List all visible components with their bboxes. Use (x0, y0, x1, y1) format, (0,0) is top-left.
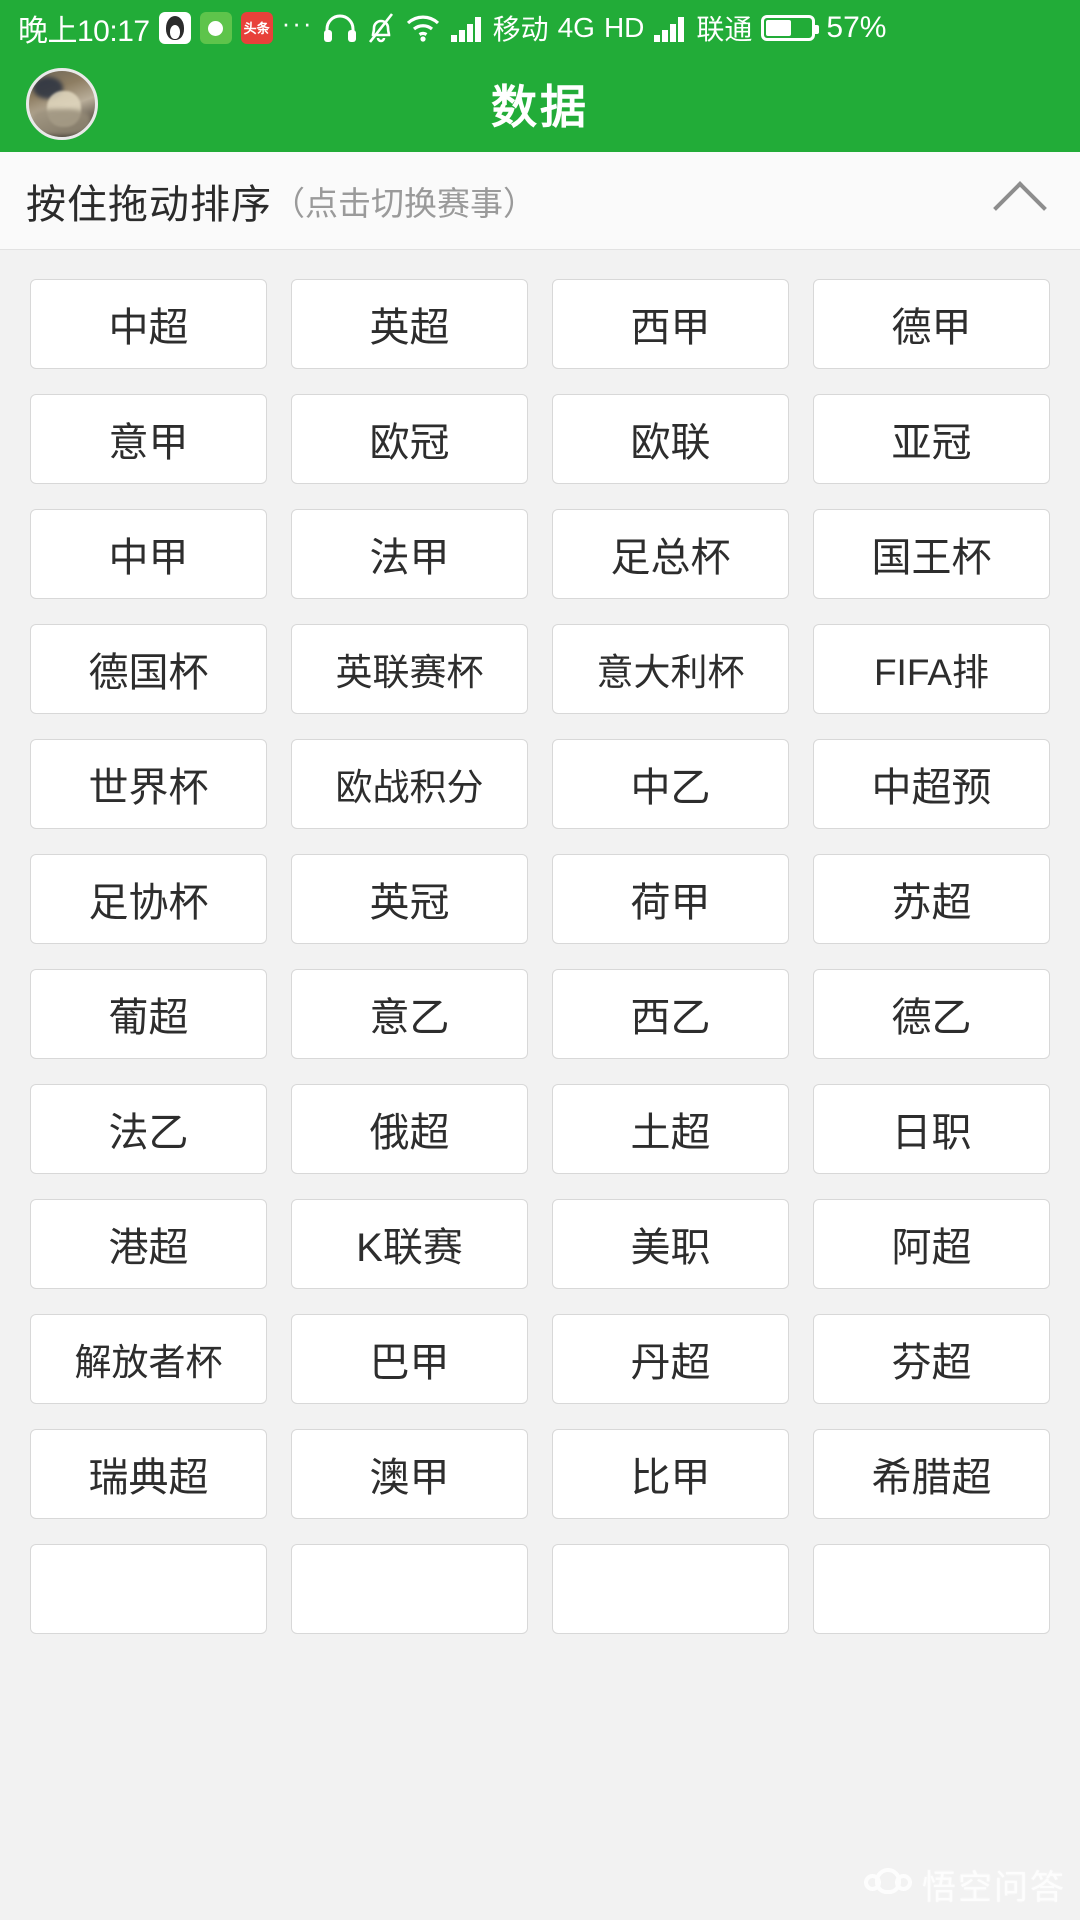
league-tile[interactable]: 中甲 (30, 509, 267, 599)
chevron-up-icon[interactable] (988, 169, 1052, 235)
league-tile[interactable]: 美职 (552, 1199, 789, 1289)
more-notifications-icon: ··· (281, 8, 314, 38)
carrier-label-secondary: 联通 (696, 14, 753, 45)
league-tile[interactable] (552, 1544, 789, 1634)
league-tile[interactable]: 德国杯 (30, 624, 267, 714)
league-tile[interactable]: 中超 (30, 279, 267, 369)
bell-muted-icon (366, 12, 396, 44)
signal-icon (450, 13, 484, 43)
qq-icon (158, 12, 191, 44)
league-tile[interactable] (30, 1544, 267, 1634)
league-grid-area: 中超 英超 西甲 德甲意甲 欧冠 欧联 亚冠中甲 法甲 足总杯 国王杯德国杯 英联赛杯 意大利杯 FIF… (0, 250, 1080, 1919)
league-tile[interactable]: 阿超 (813, 1199, 1050, 1289)
league-tile[interactable]: 世界杯 (30, 739, 267, 829)
league-tile[interactable] (291, 1544, 528, 1634)
league-tile[interactable]: 欧战积分 (291, 739, 528, 829)
league-tile[interactable]: 法甲 (291, 509, 528, 599)
league-tile[interactable]: 澳甲 (291, 1429, 528, 1519)
league-tile[interactable]: 欧冠 (291, 394, 528, 484)
league-tile[interactable]: 比甲 (552, 1429, 789, 1519)
league-tile[interactable]: 英超 (291, 279, 528, 369)
wukong-monkey-logo-icon (864, 1867, 912, 1902)
league-tile[interactable]: 德乙 (813, 969, 1050, 1059)
league-tile[interactable]: 港超 (30, 1199, 267, 1289)
league-tile[interactable]: 西乙 (552, 969, 789, 1059)
status-bar: 晚上10:17 头条 ··· 移动 4G HD 联通 57% (0, 0, 1080, 56)
carrier-label-primary: 移动 (492, 14, 549, 45)
league-tile[interactable]: 意甲 (30, 394, 267, 484)
league-tile[interactable]: 解放者杯 (30, 1314, 267, 1404)
network-type-label: 4G (557, 12, 595, 43)
sort-hint-subtitle: （点击切换赛事） (272, 184, 536, 222)
league-tile[interactable]: 意大利杯 (552, 624, 789, 714)
league-tile[interactable]: 俄超 (291, 1084, 528, 1174)
league-tile[interactable]: 中乙 (552, 739, 789, 829)
league-tile[interactable]: 足协杯 (30, 854, 267, 944)
signal-icon-secondary (653, 13, 687, 43)
league-tile[interactable]: 芬超 (813, 1314, 1050, 1404)
league-tile[interactable]: 荷甲 (552, 854, 789, 944)
battery-percent-label: 57% (826, 11, 887, 44)
league-tile[interactable]: 瑞典超 (30, 1429, 267, 1519)
league-tile[interactable]: 苏超 (813, 854, 1050, 944)
league-tile[interactable]: 丹超 (552, 1314, 789, 1404)
league-tile[interactable]: FIFA排 (813, 624, 1050, 714)
toutiao-icon: 头条 (240, 12, 273, 44)
league-tile[interactable]: K联赛 (291, 1199, 528, 1289)
app-green-icon (199, 12, 232, 44)
league-tile[interactable]: 国王杯 (813, 509, 1050, 599)
league-tile[interactable]: 德甲 (813, 279, 1050, 369)
league-tile[interactable]: 希腊超 (813, 1429, 1050, 1519)
league-tile[interactable]: 西甲 (552, 279, 789, 369)
wifi-icon (405, 13, 441, 43)
league-tile[interactable]: 法乙 (30, 1084, 267, 1174)
league-tile[interactable]: 巴甲 (291, 1314, 528, 1404)
sort-hint-title: 按住拖动排序 (26, 182, 272, 227)
headphone-icon (323, 13, 357, 43)
page-title: 数据 (491, 81, 589, 133)
league-tile[interactable]: 中超预 (813, 739, 1050, 829)
league-tile[interactable]: 英联赛杯 (291, 624, 528, 714)
league-tile[interactable]: 日职 (813, 1084, 1050, 1174)
league-tile[interactable]: 葡超 (30, 969, 267, 1059)
battery-icon (761, 15, 820, 41)
league-tile[interactable]: 足总杯 (552, 509, 789, 599)
league-tile[interactable]: 土超 (552, 1084, 789, 1174)
watermark: 悟空问答 (864, 1860, 1066, 1909)
league-tile[interactable]: 英冠 (291, 854, 528, 944)
league-tile[interactable]: 欧联 (552, 394, 789, 484)
league-tile[interactable] (813, 1544, 1050, 1634)
status-time: 晚上10:17 (18, 15, 150, 48)
avatar[interactable] (26, 68, 98, 140)
watermark-text: 悟空问答 (922, 1869, 1066, 1907)
league-tile[interactable]: 意乙 (291, 969, 528, 1059)
league-tile[interactable]: 亚冠 (813, 394, 1050, 484)
app-header: 数据 (0, 56, 1080, 152)
hd-label: HD (603, 12, 645, 43)
sort-hint-bar: 按住拖动排序 （点击切换赛事） (0, 152, 1080, 250)
league-grid: 中超 英超 西甲 德甲意甲 欧冠 欧联 亚冠中甲 法甲 足总杯 国王杯德国杯 英联赛杯 意大利杯 FIF… (30, 279, 1050, 1634)
